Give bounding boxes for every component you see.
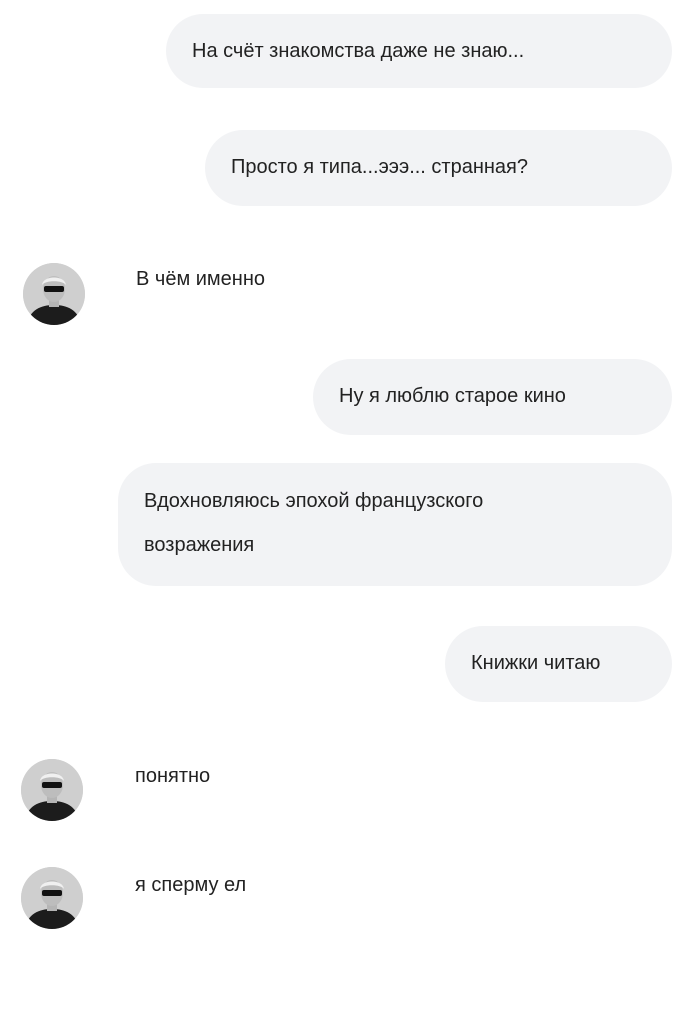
message-text: Книжки читаю [471,652,601,674]
chat-bubble-outgoing[interactable]: Вдохновляюсь эпохой французского возраже… [118,463,672,586]
message-text: я сперму ел [135,874,247,896]
message-text: понятно [135,765,211,787]
contact-avatar[interactable] [21,867,83,929]
person-avatar-icon [21,759,83,821]
chat-bubble-outgoing[interactable]: Ну я люблю старое кино [313,359,672,435]
chat-bubble-outgoing[interactable]: Просто я типа...эээ... странная? [205,130,672,206]
chat-message-incoming[interactable]: понятно [135,764,210,788]
person-avatar-icon [23,263,85,325]
message-text: В чём именно [136,268,266,290]
message-text-line-1: Вдохновляюсь эпохой французского [144,490,484,512]
message-text: На счёт знакомства даже не знаю... [192,40,525,62]
message-text: Просто я типа...эээ... странная? [231,156,528,178]
chat-bubble-outgoing[interactable]: Книжки читаю [445,626,672,702]
chat-message-incoming[interactable]: я сперму ел [135,873,246,897]
chat-bubble-outgoing[interactable]: На счёт знакомства даже не знаю... [166,14,672,88]
message-text: Ну я люблю старое кино [339,385,566,407]
chat-message-incoming[interactable]: В чём именно [136,267,265,291]
contact-avatar[interactable] [21,759,83,821]
contact-avatar[interactable] [23,263,85,325]
message-text-line-2: возражения [144,534,255,556]
person-avatar-icon [21,867,83,929]
